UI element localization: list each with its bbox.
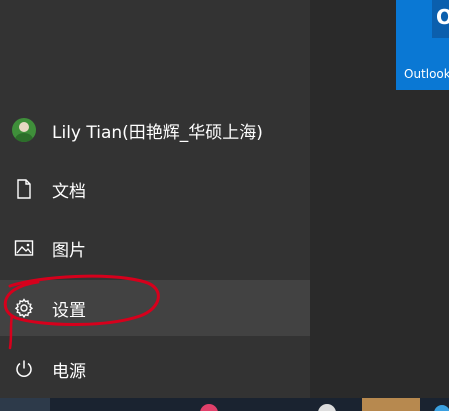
- menu-item-settings[interactable]: 设置: [0, 280, 310, 336]
- menu-item-power[interactable]: 电源: [0, 341, 310, 397]
- outlook-tile-label: Outlook: [404, 67, 449, 81]
- user-avatar-icon: [12, 118, 36, 142]
- user-account-item[interactable]: Lily Tian(田艳辉_华硕上海): [0, 102, 310, 158]
- menu-item-pictures[interactable]: 图片: [0, 220, 310, 276]
- start-menu-screen: O Outlook Lily Tian(田艳辉_华硕上海) 文档 图片 设置 电…: [0, 0, 449, 411]
- menu-item-label: 文档: [52, 181, 86, 202]
- gear-icon: [12, 296, 36, 320]
- avatar: [12, 118, 36, 142]
- menu-item-label: 设置: [52, 300, 86, 321]
- menu-item-label: 电源: [52, 361, 86, 382]
- taskbar-start-area[interactable]: [0, 398, 50, 411]
- outlook-logo-icon: O: [432, 0, 449, 38]
- picture-icon: [12, 236, 36, 260]
- menu-item-label: 图片: [52, 240, 86, 261]
- power-icon: [12, 357, 36, 381]
- user-name: Lily Tian(田艳辉_华硕上海): [52, 122, 263, 143]
- menu-item-documents[interactable]: 文档: [0, 161, 310, 217]
- taskbar-app-icon[interactable]: [432, 398, 449, 411]
- taskbar-app-icon[interactable]: [316, 398, 338, 411]
- taskbar-app-icon[interactable]: [362, 398, 420, 411]
- outlook-tile[interactable]: O Outlook: [396, 0, 449, 90]
- taskbar-app-icon[interactable]: [198, 398, 220, 411]
- document-icon: [12, 177, 36, 201]
